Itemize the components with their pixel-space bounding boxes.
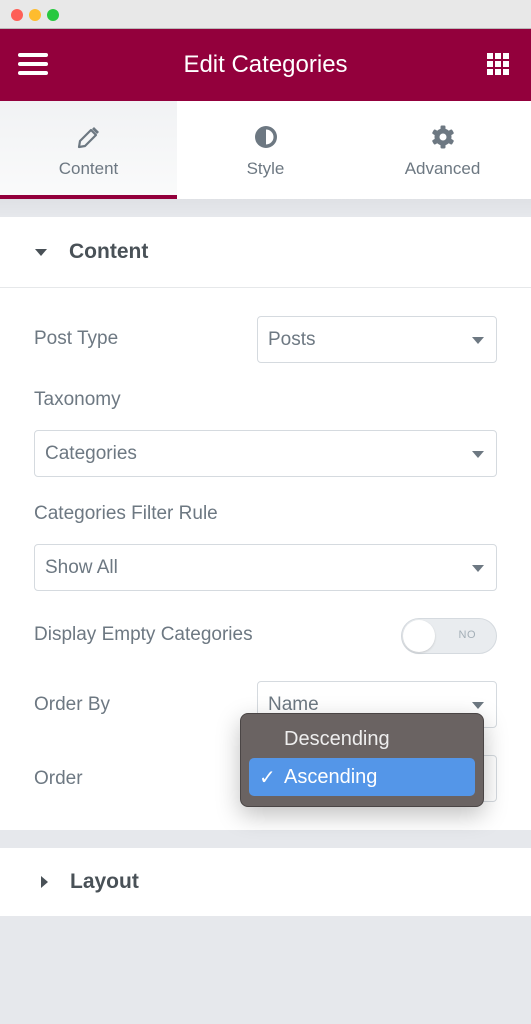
page-title: Edit Categories [183, 51, 348, 78]
layout-section-toggle[interactable]: Layout [0, 848, 531, 916]
minimize-window-button[interactable] [29, 9, 41, 21]
option-label: Descending [284, 727, 390, 750]
display-empty-toggle[interactable]: NO [401, 618, 497, 654]
divider [0, 830, 531, 848]
filter-rule-value: Show All [45, 556, 118, 578]
window-titlebar [0, 0, 531, 29]
divider [0, 199, 531, 217]
toggle-state-text: NO [458, 629, 476, 641]
display-empty-label: Display Empty Categories [34, 624, 253, 645]
close-window-button[interactable] [11, 9, 23, 21]
content-section-title: Content [69, 240, 149, 263]
filter-rule-select[interactable]: Show All [34, 544, 497, 591]
caret-right-icon [41, 876, 48, 888]
half-circle-icon [252, 123, 280, 151]
chevron-down-icon [472, 451, 484, 458]
caret-down-icon [35, 248, 47, 256]
filter-rule-label: Categories Filter Rule [34, 503, 218, 524]
post-type-select[interactable]: Posts [257, 316, 497, 363]
layout-section-title: Layout [70, 870, 139, 893]
content-section-toggle[interactable]: Content [0, 217, 531, 288]
gear-icon [429, 123, 457, 151]
tab-style[interactable]: Style [177, 101, 354, 199]
order-by-label: Order By [34, 694, 111, 715]
checkmark-icon: ✓ [259, 767, 276, 789]
taxonomy-value: Categories [45, 442, 137, 464]
tab-advanced-label: Advanced [404, 159, 481, 178]
tab-style-label: Style [246, 159, 285, 178]
toggle-knob [403, 620, 435, 652]
chevron-down-icon [472, 565, 484, 572]
taxonomy-label: Taxonomy [34, 389, 121, 410]
order-label: Order [34, 768, 83, 789]
maximize-window-button[interactable] [47, 9, 59, 21]
tab-advanced[interactable]: Advanced [354, 101, 531, 199]
pencil-icon [75, 123, 103, 151]
order-option-descending[interactable]: Descending [249, 720, 475, 758]
order-option-ascending[interactable]: ✓ Ascending [249, 758, 475, 796]
taxonomy-select[interactable]: Categories [34, 430, 497, 477]
tab-content-label: Content [58, 159, 119, 178]
grid-icon[interactable] [487, 53, 509, 75]
post-type-value: Posts [268, 328, 316, 350]
chevron-down-icon [472, 702, 484, 709]
tab-content[interactable]: Content [0, 101, 177, 199]
order-dropdown-menu: Descending ✓ Ascending [240, 713, 484, 807]
hamburger-icon[interactable] [18, 53, 48, 75]
post-type-label: Post Type [34, 328, 119, 349]
option-label: Ascending [284, 765, 378, 788]
panel-tabs: Content Style Advanced [0, 101, 531, 199]
chevron-down-icon [472, 337, 484, 344]
layout-section: Layout [0, 848, 531, 916]
panel-header: Edit Categories [0, 29, 531, 101]
